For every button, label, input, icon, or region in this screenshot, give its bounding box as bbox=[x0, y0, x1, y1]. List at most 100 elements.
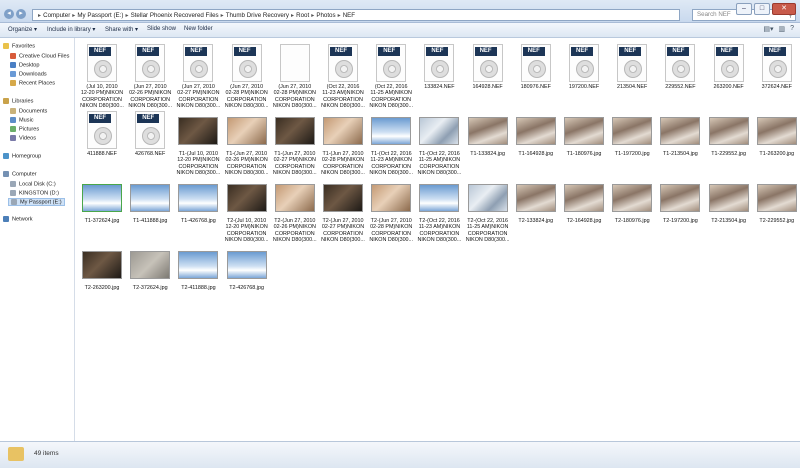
photo-image bbox=[178, 117, 219, 145]
document-icon: NEF bbox=[617, 44, 648, 82]
file-name-line: 02-28 PM)NIKON bbox=[273, 90, 316, 97]
nef-file-icon: NEF bbox=[564, 42, 604, 82]
file-name-line: 213504.NEF bbox=[617, 84, 648, 90]
file-name: T2-411888.jpg bbox=[175, 285, 221, 291]
nef-file-icon: NEF bbox=[323, 42, 363, 82]
document-icon: NEF bbox=[87, 44, 117, 82]
sidebar-item-videos[interactable]: Videos bbox=[10, 135, 36, 141]
disc-icon bbox=[479, 60, 498, 78]
breadcrumb-item[interactable]: Stellar Phoenix Recovered Files bbox=[131, 12, 219, 19]
file-name: (Jul 10, 2010 12-20 PM)NIKON CORPORATION NI… bbox=[79, 84, 125, 110]
breadcrumb-separator-icon[interactable]: ▸ bbox=[291, 12, 294, 19]
sidebar-item-favorites[interactable]: Favorites bbox=[3, 43, 35, 49]
file-name: T1-133824.jpg bbox=[465, 151, 511, 157]
file-name-line: T2-372624.jpg bbox=[132, 285, 168, 291]
photo-thumbnail bbox=[178, 243, 219, 283]
disc-icon bbox=[672, 60, 691, 78]
file-name-line: 372624.NEF bbox=[761, 84, 792, 90]
breadcrumb-item[interactable]: NEF bbox=[343, 12, 355, 19]
file-name: 372624.NEF bbox=[754, 84, 800, 90]
videos-icon bbox=[10, 135, 16, 141]
share-with-button[interactable]: Share with ▾ bbox=[105, 26, 138, 33]
command-bar: Organize ▾ Include in library ▾ Share wi… bbox=[0, 23, 800, 38]
document-icon: NEF bbox=[713, 44, 744, 82]
sidebar-item-downloads[interactable]: Downloads bbox=[10, 71, 47, 77]
sidebar-item-creative-cloud[interactable]: Creative Cloud Files bbox=[10, 53, 69, 59]
disc-icon bbox=[720, 60, 739, 78]
file-name-line: 02-27 PM)NIKON bbox=[177, 90, 220, 97]
breadcrumb-item[interactable]: Computer bbox=[43, 12, 70, 19]
sidebar-item-homegroup[interactable]: Homegroup bbox=[3, 153, 41, 159]
breadcrumb-item[interactable]: Thumb Drive Recovery bbox=[226, 12, 289, 19]
sidebar-item-local-disk[interactable]: Local Disk (C:) bbox=[10, 181, 56, 187]
preview-pane-icon[interactable]: ▥ bbox=[778, 25, 785, 33]
file-name-line: 12-20 PM)NIKON bbox=[177, 157, 220, 164]
breadcrumb-separator-icon[interactable]: ▸ bbox=[125, 12, 128, 19]
disc-icon bbox=[383, 60, 402, 78]
help-icon[interactable]: ? bbox=[790, 25, 794, 33]
document-icon: NEF bbox=[472, 44, 503, 82]
nef-badge: NEF bbox=[185, 47, 208, 56]
nef-file-icon: NEF bbox=[419, 42, 459, 82]
document-icon bbox=[279, 44, 310, 82]
photo-image bbox=[756, 184, 797, 212]
new-folder-button[interactable]: New folder bbox=[184, 26, 213, 32]
address-bar[interactable]: ▸ Computer ▸ My Passport (E:) ▸ Stellar Phoen… bbox=[32, 9, 680, 21]
breadcrumb-item[interactable]: Root bbox=[296, 12, 309, 19]
breadcrumb-item[interactable]: Photos bbox=[316, 12, 335, 19]
sidebar-item-libraries[interactable]: Libraries bbox=[3, 98, 33, 104]
file-name: T2-164928.jpg bbox=[561, 218, 607, 224]
file-name: T1-197200.jpg bbox=[609, 151, 655, 157]
file-name: 164928.NEF bbox=[465, 84, 511, 90]
file-name: 263200.NEF bbox=[706, 84, 752, 90]
breadcrumb-separator-icon[interactable]: ▸ bbox=[311, 12, 314, 19]
slide-show-button[interactable]: Slide show bbox=[147, 26, 176, 32]
include-in-library-button[interactable]: Include in library ▾ bbox=[47, 26, 95, 33]
sidebar-item-computer[interactable]: Computer bbox=[3, 171, 37, 177]
sidebar-item-kingston[interactable]: KINGSTON (D:) bbox=[10, 190, 59, 196]
change-view-icon[interactable]: ▤▾ bbox=[763, 25, 773, 33]
file-name-line: 11-23 AM)NIKON bbox=[370, 157, 412, 164]
photo-image bbox=[178, 184, 219, 212]
breadcrumb-separator-icon[interactable]: ▸ bbox=[38, 12, 41, 19]
sidebar-item-music[interactable]: Music bbox=[10, 117, 34, 123]
photo-image bbox=[564, 184, 604, 212]
sidebar-item-documents[interactable]: Documents bbox=[10, 108, 47, 114]
document-icon: NEF bbox=[761, 44, 792, 82]
photo-image bbox=[130, 184, 171, 212]
maximize-button[interactable]: □ bbox=[754, 3, 770, 15]
nef-badge: NEF bbox=[474, 47, 497, 56]
photo-image bbox=[756, 117, 797, 145]
sidebar-item-my-passport[interactable]: My Passport (E:) bbox=[8, 198, 65, 207]
file-name: T2-180976.jpg bbox=[609, 218, 655, 224]
sidebar-item-recent-places[interactable]: Recent Places bbox=[10, 80, 55, 86]
sidebar-item-desktop[interactable]: Desktop bbox=[10, 62, 40, 68]
breadcrumb-item[interactable]: My Passport (E:) bbox=[77, 12, 123, 19]
photo-image bbox=[371, 184, 412, 212]
sidebar-item-network[interactable]: Network bbox=[3, 216, 33, 222]
photo-thumbnail bbox=[467, 176, 508, 216]
photo-thumbnail bbox=[178, 109, 219, 149]
minimize-button[interactable]: – bbox=[736, 3, 752, 15]
breadcrumb-separator-icon[interactable]: ▸ bbox=[338, 12, 341, 19]
back-arrow-icon[interactable]: ◂ bbox=[4, 9, 14, 19]
file-name-line: NIKON D80(300... bbox=[369, 237, 414, 244]
photo-image bbox=[82, 251, 122, 279]
disc-icon bbox=[576, 60, 594, 78]
file-name-line: T2-164928.jpg bbox=[566, 218, 602, 224]
nef-file-icon: NEF bbox=[468, 42, 508, 82]
file-name-line: T2-213504.jpg bbox=[711, 218, 746, 224]
breadcrumb-separator-icon[interactable]: ▸ bbox=[72, 12, 75, 19]
nef-file-icon: NEF bbox=[660, 42, 700, 82]
disc-icon bbox=[238, 60, 257, 78]
breadcrumb-separator-icon[interactable]: ▸ bbox=[221, 12, 224, 19]
computer-icon bbox=[3, 171, 9, 177]
documents-icon bbox=[10, 108, 16, 114]
organize-button[interactable]: Organize ▾ bbox=[8, 26, 37, 33]
file-name-line: T1-372624.jpg bbox=[84, 218, 120, 224]
forward-arrow-icon[interactable]: ▸ bbox=[16, 9, 26, 19]
nef-badge: NEF bbox=[378, 47, 401, 56]
file-name: T2-133824.jpg bbox=[513, 218, 559, 224]
sidebar-item-pictures[interactable]: Pictures bbox=[10, 126, 39, 132]
close-button[interactable]: ✕ bbox=[772, 3, 796, 15]
